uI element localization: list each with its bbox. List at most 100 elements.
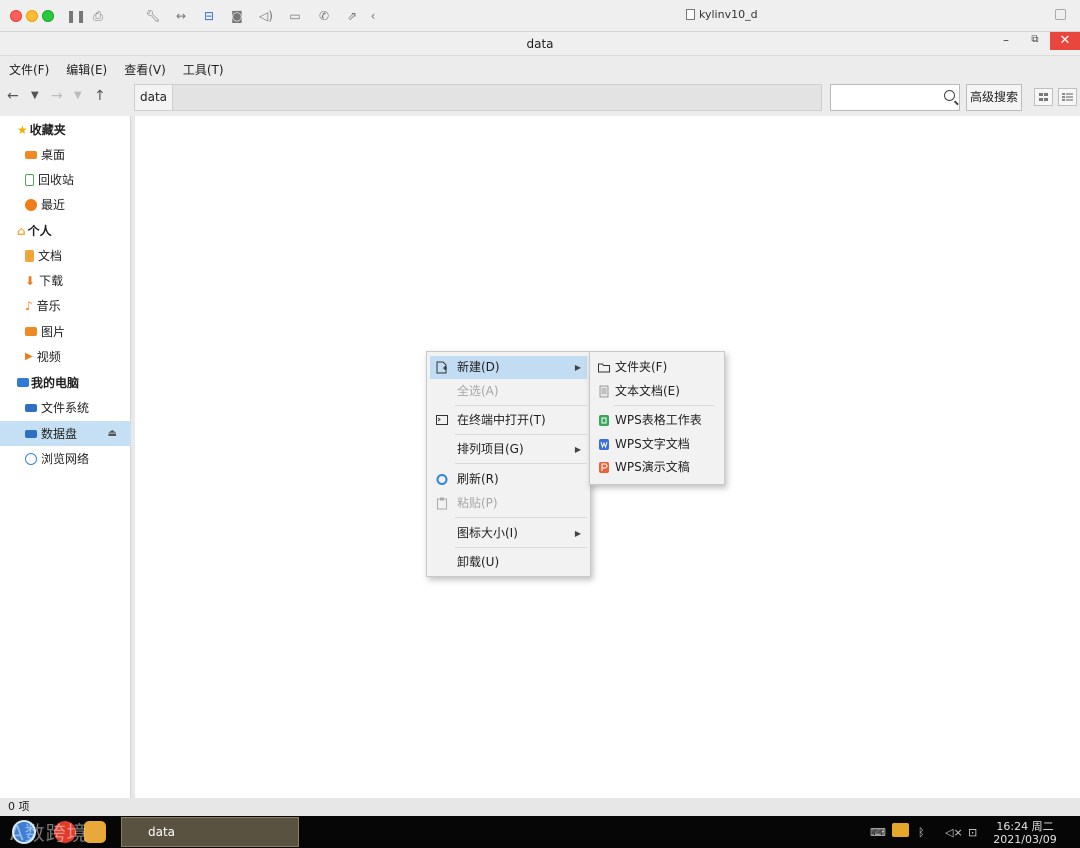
- video-icon[interactable]: ▭: [287, 8, 303, 24]
- arrows-icon[interactable]: ↔: [173, 8, 189, 24]
- speaker-icon[interactable]: ◁): [258, 8, 274, 24]
- camera-icon[interactable]: ◙: [229, 8, 245, 24]
- menu-edit[interactable]: 编辑(E): [66, 61, 107, 78]
- clock[interactable]: 16:24 周二 2021/03/09: [992, 820, 1058, 846]
- menu-item-new[interactable]: 新建(D) ▶: [430, 356, 587, 379]
- window-title: data: [0, 32, 1080, 56]
- menu-item-unmount[interactable]: 卸载(U): [430, 551, 587, 574]
- eject-icon[interactable]: ⏏: [108, 428, 117, 439]
- pause-icon[interactable]: ❚❚: [66, 8, 86, 24]
- video-play-icon: ▶: [25, 351, 33, 362]
- menu-separator: [455, 434, 587, 435]
- keyboard-icon[interactable]: ⌨: [870, 826, 886, 839]
- taskbar-window-data[interactable]: data: [121, 817, 299, 847]
- submenu-new: 文件夹(F) 文本文档(E) WPS表格工作表 WPS文字文档 WPS演示文稿: [589, 351, 725, 485]
- host-fullscreen-icon[interactable]: [1055, 9, 1066, 20]
- sidebar-item-desktop[interactable]: 桌面: [0, 142, 131, 167]
- sidebar-item-network[interactable]: 浏览网络: [0, 446, 131, 471]
- sidebar-item-data-disk[interactable]: 数据盘 ⏏: [0, 421, 131, 446]
- path-bar[interactable]: data: [134, 84, 822, 111]
- close-icon[interactable]: ✕: [1050, 32, 1080, 50]
- music-icon: ♪: [25, 298, 33, 313]
- drive-icon[interactable]: ⊟: [201, 8, 217, 24]
- minimize-icon[interactable]: –: [996, 32, 1016, 48]
- sidebar-item-downloads[interactable]: ⬇ 下载: [0, 268, 131, 293]
- sidebar-item-label: 下载: [39, 274, 64, 288]
- document-icon: [686, 9, 695, 20]
- restore-icon[interactable]: ⧉: [1025, 32, 1045, 48]
- sidebar-item-filesystem[interactable]: 文件系统: [0, 395, 131, 420]
- folder-icon: [598, 363, 610, 373]
- menu-separator: [455, 547, 587, 548]
- menu-file[interactable]: 文件(F): [9, 61, 49, 78]
- sidebar-item-videos[interactable]: ▶ 视频: [0, 344, 131, 369]
- volume-muted-icon[interactable]: ◁×: [945, 826, 963, 839]
- menu-item-label: WPS表格工作表: [615, 413, 702, 427]
- icon-view-icon[interactable]: [1034, 88, 1053, 106]
- submenu-item-wps-presentation[interactable]: WPS演示文稿: [593, 456, 721, 479]
- drive-icon: [25, 429, 37, 438]
- sidebar-item-label: 文件系统: [41, 401, 90, 415]
- menu-item-label: 文本文档(E): [615, 384, 680, 398]
- menu-tools[interactable]: 工具(T): [183, 61, 224, 78]
- text-file-icon: [599, 385, 609, 398]
- search-input[interactable]: [830, 84, 960, 111]
- sidebar-item-pictures[interactable]: 图片: [0, 319, 131, 344]
- network-icon[interactable]: ⊡: [968, 826, 977, 839]
- sidebar-section-favorites[interactable]: ★ 收藏夹: [0, 117, 131, 142]
- menu-item-icon-size[interactable]: 图标大小(I) ▶: [430, 522, 587, 545]
- sidebar-item-label: 最近: [41, 198, 66, 212]
- menu-item-label: 在终端中打开(T): [457, 413, 546, 427]
- host-minimize-button[interactable]: [26, 10, 38, 22]
- breadcrumb-data[interactable]: data: [135, 85, 174, 110]
- snapshot-icon[interactable]: ⎙: [90, 8, 106, 24]
- forward-history-dropdown-icon[interactable]: ▼: [74, 90, 82, 101]
- menu-item-select-all[interactable]: 全选(A): [430, 380, 587, 403]
- forward-arrow-icon[interactable]: →: [51, 88, 63, 104]
- submenu-item-text-document[interactable]: 文本文档(E): [593, 380, 721, 403]
- download-icon: ⬇: [25, 273, 36, 288]
- menu-separator: [455, 517, 587, 518]
- submenu-arrow-icon: ▶: [574, 445, 581, 454]
- chevron-left-icon[interactable]: ‹: [365, 8, 381, 24]
- bluetooth-icon[interactable]: ᛒ: [918, 826, 925, 839]
- sidebar-item-trash[interactable]: 回收站: [0, 167, 131, 192]
- submenu-arrow-icon: ▶: [574, 529, 581, 538]
- sidebar-item-documents[interactable]: 文档: [0, 243, 131, 268]
- host-close-button[interactable]: [10, 10, 22, 22]
- host-zoom-button[interactable]: [42, 10, 54, 22]
- menu-separator: [455, 463, 587, 464]
- sidebar-section-personal[interactable]: ⌂ 个人: [0, 218, 131, 243]
- menu-item-label: WPS演示文稿: [615, 460, 690, 474]
- submenu-item-wps-spreadsheet[interactable]: WPS表格工作表: [593, 409, 721, 432]
- phone-icon[interactable]: ✆: [316, 8, 332, 24]
- back-arrow-icon[interactable]: ←: [7, 88, 19, 104]
- wrench-icon[interactable]: 🔧︎: [145, 8, 161, 24]
- sidebar-item-label: 图片: [41, 325, 66, 339]
- menu-item-open-terminal[interactable]: 在终端中打开(T): [430, 409, 587, 432]
- menu-item-paste[interactable]: 粘贴(P): [430, 492, 587, 515]
- menu-view[interactable]: 查看(V): [124, 61, 166, 78]
- weather-icon[interactable]: [892, 823, 909, 837]
- submenu-item-folder[interactable]: 文件夹(F): [593, 356, 721, 379]
- sidebar-item-music[interactable]: ♪ 音乐: [0, 293, 131, 318]
- up-arrow-icon[interactable]: ↑: [94, 88, 106, 104]
- share-icon[interactable]: ⇗: [344, 8, 360, 24]
- menu-item-label: 刷新(R): [457, 472, 499, 486]
- sidebar-section-computer[interactable]: 我的电脑: [0, 370, 131, 395]
- sidebar-item-label: 音乐: [36, 299, 61, 313]
- list-view-icon[interactable]: [1058, 88, 1077, 106]
- trash-icon: [25, 173, 34, 186]
- back-history-dropdown-icon[interactable]: ▼: [31, 90, 39, 101]
- clock-time: 16:24 周二: [996, 820, 1054, 833]
- sidebar-item-label: 文档: [38, 249, 63, 263]
- menu-item-refresh[interactable]: 刷新(R): [430, 468, 587, 491]
- search-icon[interactable]: [944, 90, 955, 101]
- menubar: 文件(F) 编辑(E) 查看(V) 工具(T): [0, 57, 1080, 81]
- menu-item-arrange[interactable]: 排列项目(G) ▶: [430, 438, 587, 461]
- sidebar-item-recent[interactable]: 最近: [0, 192, 131, 217]
- advanced-search-button[interactable]: 高级搜索: [966, 84, 1022, 111]
- star-icon: ★: [17, 122, 28, 137]
- host-window-title: kylinv10_d: [686, 8, 758, 21]
- submenu-item-wps-writer[interactable]: WPS文字文档: [593, 433, 721, 456]
